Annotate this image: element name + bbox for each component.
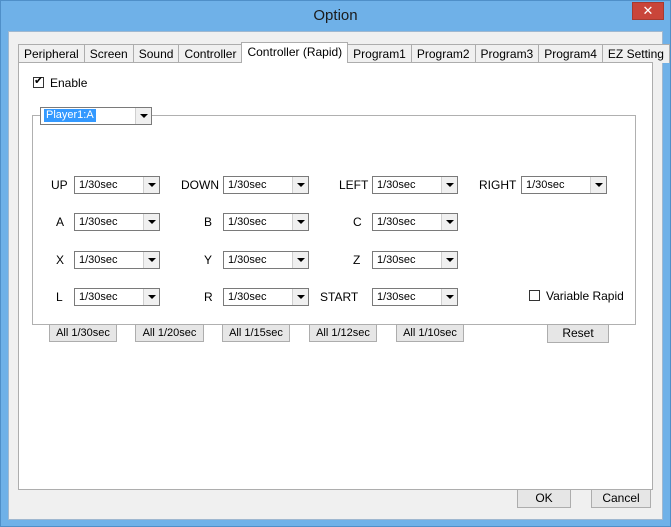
down-rate-select[interactable]: 1/30sec	[223, 176, 309, 194]
all-1-10sec-button[interactable]: All 1/10sec	[396, 324, 464, 342]
label-z: Z	[353, 253, 361, 267]
tab-sound[interactable]: Sound	[132, 44, 180, 63]
close-button[interactable]: ✕	[632, 2, 664, 20]
enable-checkbox[interactable]: ✔	[33, 75, 44, 89]
label-right: RIGHT	[479, 178, 517, 192]
x-rate-select[interactable]: 1/30sec	[74, 251, 160, 269]
label-r: R	[204, 290, 213, 304]
label-x: X	[56, 253, 65, 267]
reset-button[interactable]: Reset	[547, 324, 609, 343]
title-bar[interactable]: Option ✕	[1, 1, 670, 31]
down-rate-value: 1/30sec	[228, 179, 267, 191]
chevron-down-icon[interactable]	[292, 252, 308, 268]
left-rate-select[interactable]: 1/30sec	[372, 176, 458, 194]
controller-rapid-panel: ✔ Enable Player1:A UP 1/30sec DOWN 1/30se…	[18, 62, 653, 490]
chevron-down-icon[interactable]	[143, 214, 159, 230]
window-title: Option	[313, 7, 358, 24]
label-l: L	[56, 290, 63, 304]
tab-program1[interactable]: Program1	[347, 44, 412, 63]
chevron-down-icon[interactable]	[441, 252, 457, 268]
all-1-20sec-button[interactable]: All 1/20sec	[135, 324, 204, 342]
chevron-down-icon[interactable]	[590, 177, 606, 193]
tab-controller-rapid[interactable]: Controller (Rapid)	[241, 42, 349, 63]
label-up: UP	[51, 178, 68, 192]
chevron-down-icon[interactable]	[292, 214, 308, 230]
right-rate-value: 1/30sec	[526, 179, 565, 191]
label-start: START	[320, 290, 359, 304]
b-rate-select[interactable]: 1/30sec	[223, 213, 309, 231]
variable-rapid-label: Variable Rapid	[546, 288, 624, 303]
r-rate-select[interactable]: 1/30sec	[223, 288, 309, 306]
variable-rapid-checkbox[interactable]	[529, 290, 540, 302]
label-c: C	[353, 215, 362, 229]
player-select-value: Player1:A	[44, 109, 96, 122]
b-rate-value: 1/30sec	[228, 216, 267, 228]
chevron-down-icon[interactable]	[292, 177, 308, 193]
c-rate-select[interactable]: 1/30sec	[372, 213, 458, 231]
chevron-down-icon[interactable]	[143, 177, 159, 193]
y-rate-select[interactable]: 1/30sec	[223, 251, 309, 269]
start-rate-value: 1/30sec	[377, 291, 416, 303]
cancel-button[interactable]: Cancel	[591, 489, 651, 508]
tab-program2[interactable]: Program2	[410, 44, 476, 63]
label-left: LEFT	[339, 178, 369, 192]
player-select[interactable]: Player1:A	[40, 107, 152, 125]
label-a: A	[56, 215, 65, 229]
option-dialog: Option ✕ Peripheral Screen Sound Control…	[0, 0, 671, 527]
z-rate-value: 1/30sec	[377, 254, 416, 266]
all-1-12sec-button[interactable]: All 1/12sec	[309, 324, 377, 342]
tab-program3[interactable]: Program3	[474, 44, 540, 63]
label-y: Y	[204, 253, 213, 267]
variable-rapid-row[interactable]: Variable Rapid	[529, 288, 624, 303]
tab-screen[interactable]: Screen	[83, 44, 134, 63]
label-b: B	[204, 215, 213, 229]
c-rate-value: 1/30sec	[377, 216, 416, 228]
chevron-down-icon[interactable]	[143, 252, 159, 268]
left-rate-value: 1/30sec	[377, 179, 416, 191]
tab-strip: Peripheral Screen Sound Controller Contr…	[18, 42, 670, 63]
ok-button[interactable]: OK	[517, 489, 571, 508]
y-rate-value: 1/30sec	[228, 254, 267, 266]
tab-ez-setting[interactable]: EZ Setting	[601, 44, 670, 63]
enable-label: Enable	[50, 75, 88, 90]
a-rate-value: 1/30sec	[79, 216, 118, 228]
all-1-30sec-button[interactable]: All 1/30sec	[49, 324, 117, 342]
l-rate-select[interactable]: 1/30sec	[74, 288, 160, 306]
up-rate-value: 1/30sec	[79, 179, 118, 191]
right-rate-select[interactable]: 1/30sec	[521, 176, 607, 194]
chevron-down-icon[interactable]	[441, 177, 457, 193]
check-icon: ✔	[34, 75, 44, 88]
chevron-down-icon[interactable]	[441, 214, 457, 230]
all-1-15sec-button[interactable]: All 1/15sec	[222, 324, 290, 342]
tab-peripheral[interactable]: Peripheral	[18, 44, 85, 63]
close-icon: ✕	[642, 3, 654, 18]
chevron-down-icon[interactable]	[135, 108, 151, 124]
start-rate-select[interactable]: 1/30sec	[372, 288, 458, 306]
label-down: DOWN	[181, 178, 219, 192]
chevron-down-icon[interactable]	[292, 289, 308, 305]
tab-program4[interactable]: Program4	[538, 44, 603, 63]
x-rate-value: 1/30sec	[79, 254, 118, 266]
z-rate-select[interactable]: 1/30sec	[372, 251, 458, 269]
up-rate-select[interactable]: 1/30sec	[74, 176, 160, 194]
a-rate-select[interactable]: 1/30sec	[74, 213, 160, 231]
tab-controller[interactable]: Controller	[178, 44, 243, 63]
chevron-down-icon[interactable]	[143, 289, 159, 305]
chevron-down-icon[interactable]	[441, 289, 457, 305]
dialog-body: Peripheral Screen Sound Controller Contr…	[8, 31, 670, 520]
r-rate-value: 1/30sec	[228, 291, 267, 303]
enable-checkbox-row[interactable]: ✔ Enable	[33, 75, 87, 90]
l-rate-value: 1/30sec	[79, 291, 118, 303]
